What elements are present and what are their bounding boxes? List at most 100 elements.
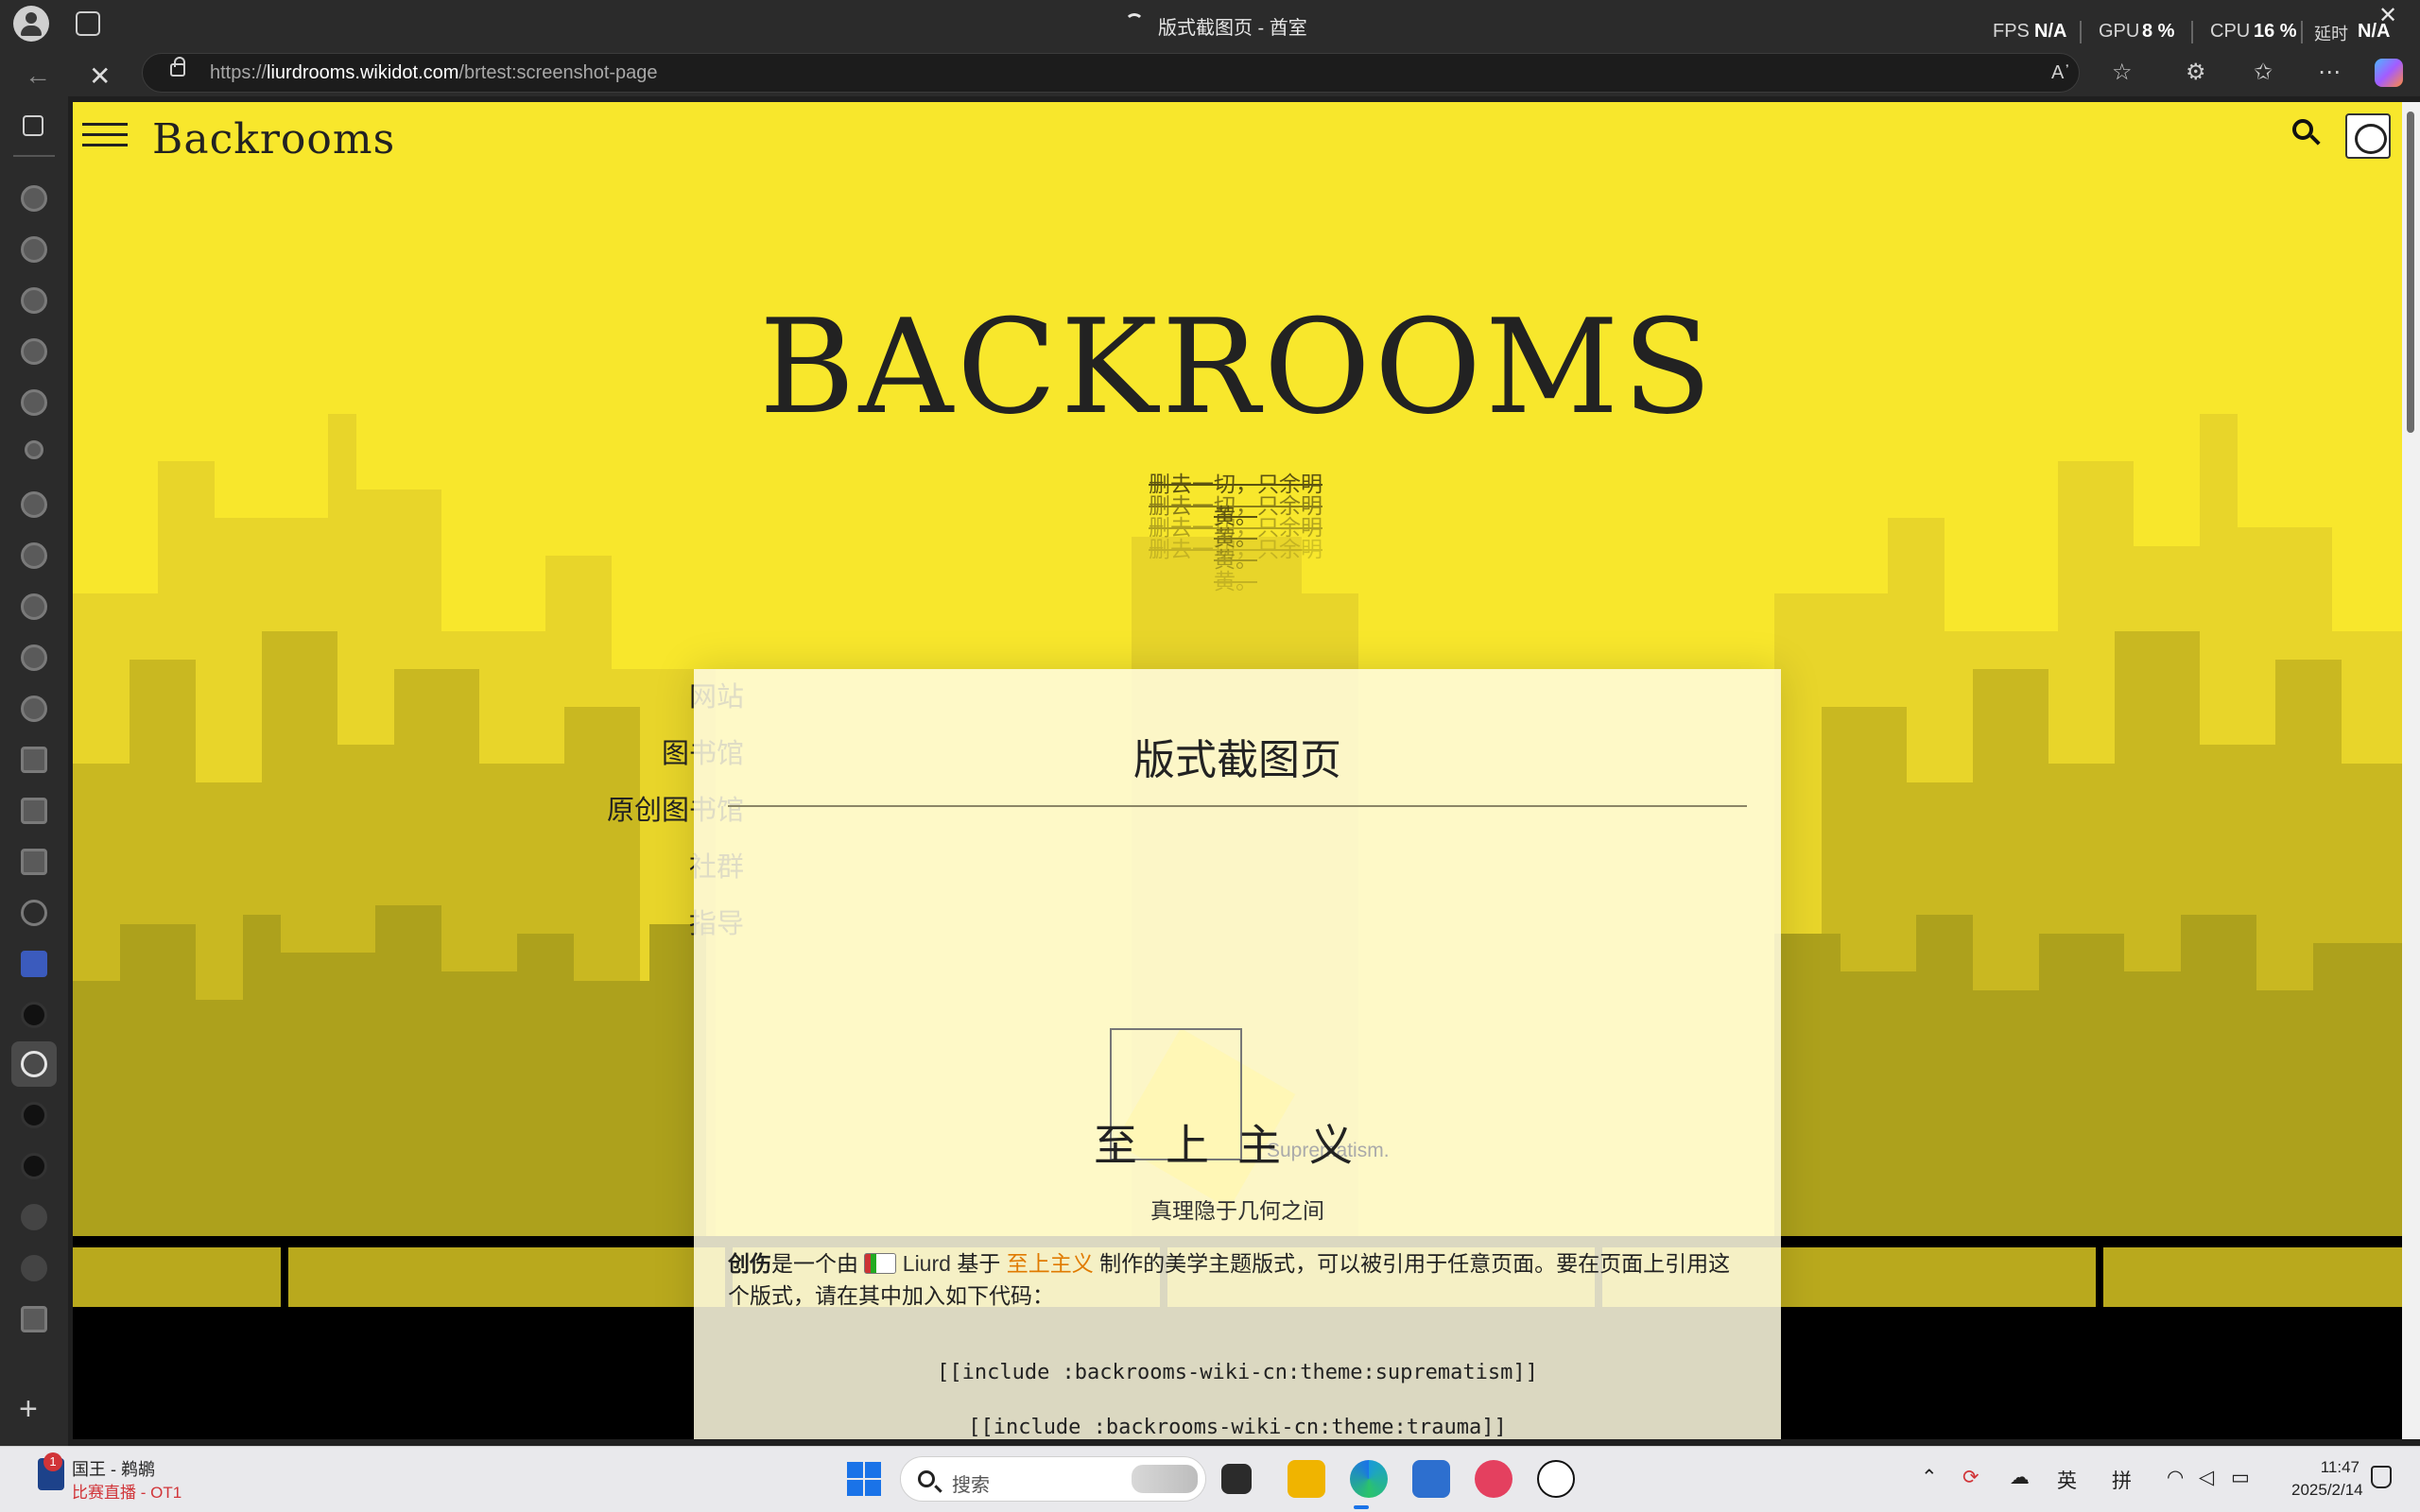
browser-title-bar: 版式截图页 - 酋室 FPS N/A GPU 8 % CPU 16 % 延时 N… <box>0 0 2420 49</box>
perf-divider <box>2080 21 2082 43</box>
read-aloud-icon[interactable]: A᾿ <box>2051 62 2070 84</box>
notification-bell-icon[interactable] <box>2371 1466 2392 1488</box>
search-icon <box>918 1470 935 1487</box>
tray-overflow-icon[interactable]: ⌃ <box>1921 1466 1938 1489</box>
back-arrow-icon[interactable]: ← <box>25 60 51 91</box>
tab-favicon-icon[interactable] <box>21 491 47 518</box>
more-options-icon[interactable]: ⋯ <box>2318 59 2341 86</box>
sidebar-divider <box>13 155 55 157</box>
page-scrollbar[interactable] <box>2402 102 2420 1439</box>
ime-pinyin[interactable]: 拼 <box>2112 1466 2132 1494</box>
search-placeholder: 搜索 <box>952 1475 990 1496</box>
ime-english[interactable]: 英 <box>2057 1466 2077 1494</box>
tab-favicon-icon[interactable] <box>21 287 47 314</box>
copilot-icon[interactable] <box>2375 59 2403 87</box>
content-card: 版式截图页 Suprematism. 至上主义 真理隐于几何之间 创伤是一个由 … <box>694 669 1781 1439</box>
active-app-indicator <box>1354 1505 1369 1509</box>
search-icon[interactable] <box>2292 119 2321 146</box>
author-link[interactable]: Liurd <box>903 1251 951 1276</box>
theme-name: 创伤 <box>728 1251 771 1276</box>
tab-title[interactable]: 版式截图页 - 酋室 <box>1158 12 1307 40</box>
tab-panel-icon[interactable] <box>23 115 43 136</box>
tab-favicon-icon[interactable] <box>21 236 47 263</box>
clock-date: 2025/2/14 <box>2291 1481 2363 1499</box>
tab-favicon-icon[interactable] <box>21 338 47 365</box>
camera-app-icon[interactable] <box>1475 1460 1512 1498</box>
hero-title: BACKROOMS <box>759 291 1716 443</box>
tab-favicon-icon[interactable] <box>21 1102 47 1128</box>
vertical-tabs-sidebar: + <box>0 96 68 1446</box>
stop-loading-icon[interactable]: ✕ <box>89 60 111 92</box>
tab-favicon-icon[interactable] <box>21 644 47 671</box>
fps-value: N/A <box>2034 21 2067 42</box>
tab-favicon-icon[interactable] <box>21 542 47 569</box>
theme-description: 创伤是一个由 Liurd 基于 至上主义 制作的美学主题版式，可以被引用于任意页… <box>728 1251 1731 1308</box>
url-text[interactable]: https://liurdrooms.wikidot.com/brtest:sc… <box>210 62 658 84</box>
tab-actions-icon[interactable] <box>76 11 100 36</box>
loading-spinner-icon <box>1125 13 1144 32</box>
theme-motto: 真理隐于几何之间 <box>1150 1198 1324 1223</box>
news-subtitle: 比赛直播 - OT1 <box>72 1484 182 1502</box>
tab-favicon-icon[interactable] <box>21 185 47 212</box>
cpu-label: CPU <box>2210 21 2251 42</box>
tab-favicon-icon[interactable] <box>21 1002 47 1028</box>
lock-icon[interactable] <box>170 57 185 77</box>
globe-icon[interactable] <box>21 900 47 926</box>
tab-favicon-icon[interactable] <box>21 849 47 875</box>
fps-label: FPS <box>1993 21 2030 42</box>
windows-start-icon[interactable] <box>847 1462 881 1496</box>
new-tab-plus-icon[interactable]: + <box>19 1391 38 1428</box>
battery-icon[interactable]: ▭ <box>2231 1466 2250 1489</box>
tab-favicon-icon[interactable] <box>21 951 47 977</box>
tab-favicon-icon[interactable] <box>21 1306 47 1332</box>
favorites-list-icon[interactable]: ✩ <box>2254 59 2273 86</box>
system-clock[interactable]: 11:47 2025/2/14 <box>2291 1456 2363 1502</box>
tab-favicon-icon[interactable] <box>25 440 43 459</box>
tab-favicon-icon[interactable] <box>21 1255 47 1281</box>
suprematism-link[interactable]: 至上主义 <box>1007 1251 1094 1276</box>
site-logo[interactable]: Backrooms <box>152 115 395 163</box>
tab-favicon-icon[interactable] <box>21 593 47 620</box>
address-bar-row: ← ✕ https://liurdrooms.wikidot.com/brtes… <box>0 49 2420 96</box>
sync-icon[interactable]: ⟳ <box>1962 1466 1979 1489</box>
tab-favicon-icon[interactable] <box>21 1204 47 1230</box>
gpu-label: GPU <box>2099 21 2140 42</box>
store-icon[interactable] <box>1412 1460 1450 1498</box>
close-window-icon[interactable]: ✕ <box>2378 2 2397 29</box>
include-code-1: [[include :backrooms-wiki-cn:theme:supre… <box>937 1361 1538 1384</box>
include-code-2: [[include :backrooms-wiki-cn:theme:traum… <box>968 1416 1507 1439</box>
volume-icon[interactable]: ◁ <box>2199 1466 2214 1489</box>
author-avatar-icon <box>864 1253 897 1274</box>
user-avatar[interactable] <box>2345 113 2391 159</box>
tab-favicon-icon[interactable] <box>21 389 47 416</box>
tab-favicon-icon[interactable] <box>21 747 47 773</box>
qq-icon[interactable] <box>1537 1460 1575 1498</box>
tab-favicon-icon[interactable] <box>21 696 47 722</box>
gpu-value: 8 % <box>2142 21 2175 42</box>
favorite-star-icon[interactable]: ☆ <box>2112 59 2133 86</box>
scrollbar-thumb[interactable] <box>2407 112 2414 433</box>
search-highlight-graphic <box>1132 1465 1198 1493</box>
menu-hamburger-icon[interactable] <box>82 123 128 151</box>
wifi-icon[interactable]: ◠ <box>2167 1466 2184 1489</box>
news-title: 国王 - 鹈鹕 <box>72 1460 155 1479</box>
tab-favicon-icon[interactable] <box>21 798 47 824</box>
web-page: Backrooms BACKROOMS 删去一切，只余明黄。 删去一切，只余明黄… <box>73 102 2402 1439</box>
tagline-echo: 删去一切，只余明黄。 <box>1149 537 1322 593</box>
page-title: 版式截图页 <box>728 726 1747 807</box>
onedrive-cloud-icon[interactable]: ☁ <box>2010 1466 2030 1489</box>
task-view-icon[interactable] <box>1221 1464 1252 1494</box>
cpu-value: 16 % <box>2254 21 2297 42</box>
suprematism-graphic: Suprematism. <box>694 858 1781 1210</box>
profile-avatar-icon[interactable] <box>13 6 49 42</box>
clock-time: 11:47 <box>2320 1458 2360 1476</box>
taskbar-search-input[interactable]: 搜索 <box>900 1456 1206 1502</box>
latency-label: 延时 <box>2314 25 2348 43</box>
tab-favicon-icon[interactable] <box>21 1153 47 1179</box>
edge-browser-icon[interactable] <box>1350 1460 1388 1498</box>
file-explorer-icon[interactable] <box>1288 1460 1325 1498</box>
loading-tab-icon[interactable] <box>21 1051 47 1077</box>
notification-badge: 1 <box>43 1452 62 1471</box>
windows-taskbar: 1 国王 - 鹈鹕 比赛直播 - OT1 搜索 ⌃ ⟳ ☁ 英 拼 ◠ ◁ ▭ … <box>0 1446 2420 1512</box>
extensions-icon[interactable]: ⚙ <box>2186 59 2206 86</box>
